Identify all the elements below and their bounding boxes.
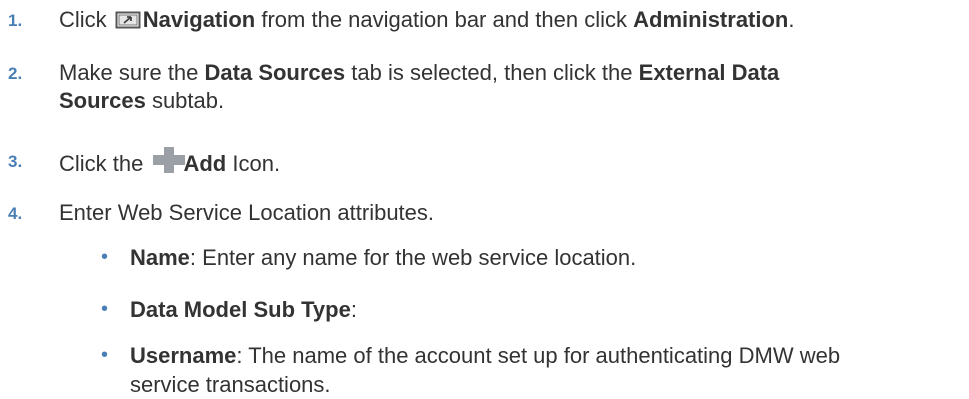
- list-item: Name: Enter any name for the web service…: [130, 245, 637, 270]
- step-text: Click the Add Icon.: [59, 147, 964, 180]
- bullet-dot: •: [101, 344, 109, 366]
- navigation-icon: [115, 9, 141, 37]
- step-number: 3.: [8, 152, 23, 171]
- bullet-dot: •: [101, 246, 109, 268]
- add-icon: [153, 147, 186, 180]
- bullet-dot: •: [101, 298, 109, 320]
- step-text: Make sure the Data Sources tab is select…: [59, 60, 780, 113]
- step-number: 2.: [8, 64, 23, 83]
- step-text: Enter Web Service Location attributes.: [59, 200, 435, 225]
- list-item: Username: The name of the account set up…: [130, 343, 841, 397]
- step-text: Click Navigation from the navigation bar…: [59, 6, 964, 37]
- list-item: Data Model Sub Type:: [130, 297, 357, 322]
- step-number: 1.: [8, 11, 23, 30]
- step-number: 4.: [8, 204, 23, 223]
